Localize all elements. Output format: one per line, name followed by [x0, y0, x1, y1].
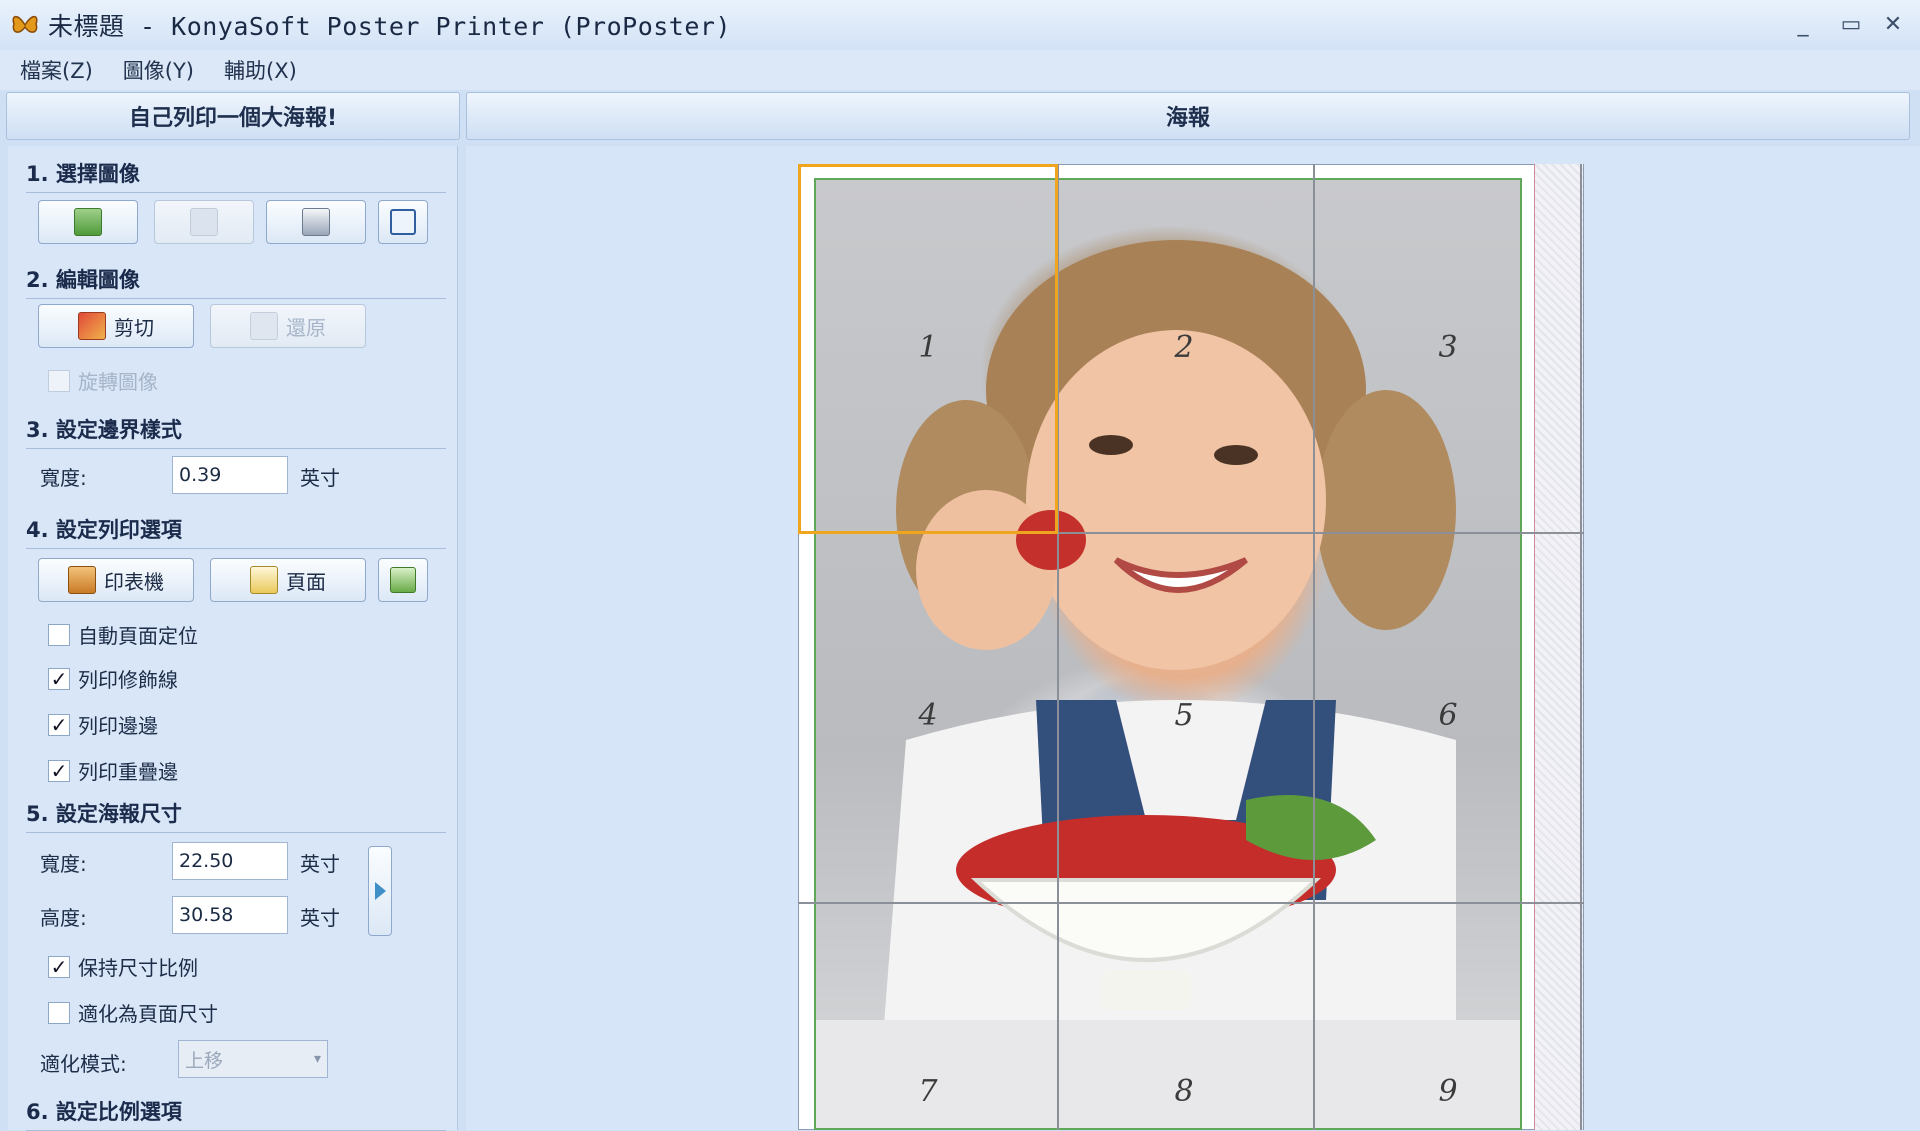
crop-label: 剪切	[114, 315, 154, 340]
butterfly-icon	[10, 10, 40, 40]
maximize-icon[interactable]: ▭	[1834, 10, 1868, 38]
crop-button[interactable]: 剪切	[38, 304, 194, 348]
menu-bar: 檔案(Z) 圖像(Y) 輔助(X)	[0, 50, 1920, 90]
border-width-input[interactable]	[172, 456, 288, 494]
fit-to-page-checkbox[interactable]: 適化為頁面尺寸	[48, 998, 218, 1027]
keep-aspect-ratio-label: 保持尺寸比例	[78, 956, 198, 980]
poster-height-input[interactable]	[172, 896, 288, 934]
expand-size-button[interactable]	[368, 846, 392, 936]
poster-height-unit: 英寸	[300, 906, 340, 930]
poster-panel-header: 海報	[466, 92, 1910, 140]
checkbox-box: ✓	[48, 667, 70, 690]
keep-aspect-ratio-checkbox[interactable]: ✓ 保持尺寸比例	[48, 952, 198, 981]
paste-image-button[interactable]	[154, 200, 254, 244]
printer-icon	[68, 566, 96, 594]
tile-grid-line	[1580, 164, 1582, 1130]
tile-5[interactable]: 5	[1164, 698, 1204, 733]
section-poster-size: 5. 設定海報尺寸	[26, 798, 446, 833]
checkbox-box: ✓	[48, 759, 70, 782]
restore-icon	[250, 312, 278, 340]
tile-7[interactable]: 7	[908, 1074, 948, 1109]
rotate-image-checkbox[interactable]: 旋轉圖像	[48, 366, 158, 395]
poster-width-unit: 英寸	[300, 852, 340, 876]
border-width-unit: 英寸	[300, 466, 340, 490]
close-icon[interactable]: ✕	[1876, 10, 1910, 38]
tile-3[interactable]: 3	[1428, 330, 1468, 365]
print-preview-button[interactable]	[378, 558, 428, 602]
printer-label: 印表機	[104, 569, 164, 594]
clipboard-icon	[190, 208, 218, 236]
section-border-style: 3. 設定邊界樣式	[26, 414, 446, 449]
print-trim-lines-label: 列印修飾線	[78, 668, 178, 692]
minimize-icon[interactable]: _	[1786, 10, 1820, 38]
tile-6[interactable]: 6	[1428, 698, 1468, 733]
section-scale-options: 6. 設定比例選項	[26, 1096, 446, 1131]
tile-4[interactable]: 4	[908, 698, 948, 733]
checkbox-box	[48, 623, 70, 646]
fit-mode-value: 上移	[185, 1049, 224, 1072]
menu-help[interactable]: 輔助(X)	[224, 55, 297, 85]
picture-icon	[74, 208, 102, 236]
poster-width-input[interactable]	[172, 842, 288, 880]
section-print-options: 4. 設定列印選項	[26, 514, 446, 549]
page-setup-label: 頁面	[286, 569, 326, 594]
fit-mode-select[interactable]: 上移 ▾	[178, 1040, 328, 1078]
poster-right-margin	[1534, 164, 1583, 1130]
fit-mode-label: 適化模式:	[40, 1052, 127, 1076]
fit-to-page-label: 適化為頁面尺寸	[78, 1002, 218, 1026]
tile-9[interactable]: 9	[1428, 1074, 1468, 1109]
print-margins-label: 列印邊邊	[78, 714, 158, 738]
triangle-right-icon	[374, 882, 386, 900]
print-overlap-label: 列印重疊邊	[78, 760, 178, 784]
auto-page-position-checkbox[interactable]: 自動頁面定位	[48, 620, 198, 649]
page-setup-button[interactable]: 頁面	[210, 558, 366, 602]
tile-grid-line	[1313, 164, 1315, 1130]
checkbox-box	[48, 369, 70, 392]
page-icon	[250, 566, 278, 594]
section-edit-image: 2. 編輯圖像	[26, 264, 446, 299]
poster-width-label: 寬度:	[40, 852, 87, 876]
checkbox-box	[48, 1001, 70, 1024]
checkbox-box: ✓	[48, 955, 70, 978]
print-overlap-checkbox[interactable]: ✓ 列印重疊邊	[48, 756, 178, 785]
window-title: 未標題 - KonyaSoft Poster Printer (ProPoste…	[48, 12, 731, 41]
tile-grid-line	[798, 902, 1584, 904]
title-bar: 未標題 - KonyaSoft Poster Printer (ProPoste…	[0, 0, 1920, 51]
share-image-button[interactable]	[378, 200, 428, 244]
menu-file[interactable]: 檔案(Z)	[20, 55, 93, 85]
printer-button[interactable]: 印表機	[38, 558, 194, 602]
menu-image[interactable]: 圖像(Y)	[123, 55, 194, 85]
open-image-button[interactable]	[38, 200, 138, 244]
chevron-down-icon: ▾	[313, 1051, 321, 1067]
rotate-image-label: 旋轉圖像	[78, 370, 158, 394]
border-width-label: 寬度:	[40, 466, 87, 490]
preview-icon	[390, 567, 416, 593]
scanner-icon	[302, 208, 330, 236]
checkbox-box: ✓	[48, 713, 70, 736]
crop-icon	[78, 312, 106, 340]
restore-button[interactable]: 還原	[210, 304, 366, 348]
print-margins-checkbox[interactable]: ✓ 列印邊邊	[48, 710, 158, 739]
restore-label: 還原	[286, 315, 326, 340]
section-select-image: 1. 選擇圖像	[26, 158, 446, 193]
scan-image-button[interactable]	[266, 200, 366, 244]
left-panel: 1. 選擇圖像 2. 編輯圖像 剪切 還原 旋轉圖像 3. 設定邊界樣式 寬度:…	[8, 146, 458, 1131]
tile-1[interactable]: 1	[908, 330, 948, 365]
auto-page-position-label: 自動頁面定位	[78, 624, 198, 648]
tile-2[interactable]: 2	[1164, 330, 1204, 365]
share-icon	[390, 209, 416, 235]
poster-height-label: 高度:	[40, 906, 87, 930]
print-trim-lines-checkbox[interactable]: ✓ 列印修飾線	[48, 664, 178, 693]
left-panel-header: 自己列印一個大海報!	[6, 92, 460, 140]
tile-8[interactable]: 8	[1164, 1074, 1204, 1109]
